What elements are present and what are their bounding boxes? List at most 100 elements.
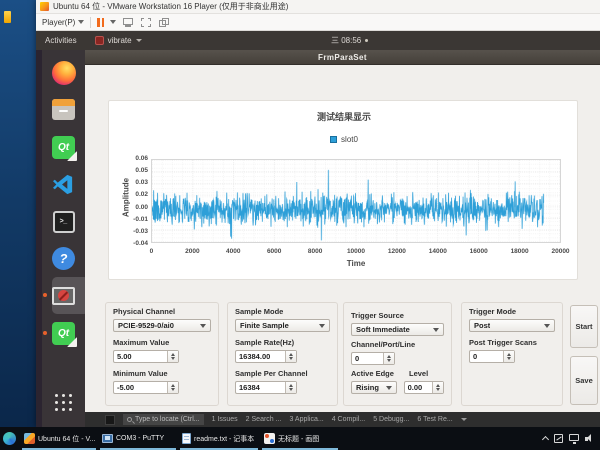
chevron-down-icon: [136, 39, 142, 42]
x-tick-label: 16000: [458, 248, 499, 255]
physical-channel-label: Physical Channel: [113, 307, 211, 317]
post-trigger-scans-spinner[interactable]: 0: [469, 350, 515, 363]
sample-rate-spinner[interactable]: 16384.00: [235, 350, 297, 363]
trigger-source-combo[interactable]: Soft Immediate: [351, 323, 444, 336]
qt-creator-icon: Qt: [52, 136, 75, 159]
post-trigger-scans-label: Post Trigger Scans: [469, 338, 555, 348]
save-button[interactable]: Save: [570, 356, 598, 405]
vmware-app-icon: [40, 2, 49, 11]
vmware-window: Ubuntu 64 位 - VMware Workstation 16 Play…: [36, 0, 600, 427]
group-sample: Sample Mode Finite Sample Sample Rate(Hz…: [227, 302, 338, 406]
minimum-value-spinner[interactable]: -5.00: [113, 381, 179, 394]
ctrl-alt-del-icon[interactable]: [122, 17, 134, 28]
y-tick-label: -0.03: [133, 227, 148, 236]
channel-port-line-label: Channel/Port/Line: [351, 340, 444, 350]
x-tick-label: 18000: [499, 248, 540, 255]
unity-mode-icon[interactable]: [158, 17, 170, 28]
display-icon[interactable]: [569, 434, 579, 441]
locator-field[interactable]: Type to locate (Ctrl...: [123, 414, 204, 425]
panel-test-results[interactable]: 6 Test Re...: [417, 416, 452, 423]
pen-input-icon[interactable]: [554, 434, 563, 443]
focused-app-menu[interactable]: vibrate: [95, 36, 142, 45]
maximum-value-spinner[interactable]: 5.00: [113, 350, 179, 363]
panel-compile-output[interactable]: 4 Compil...: [332, 416, 365, 423]
putty-icon: [102, 434, 113, 443]
taskbar-vmware[interactable]: Ubuntu 64 位 - V...: [20, 427, 98, 450]
dock-screen-recorder[interactable]: [49, 281, 78, 310]
chevron-down-icon: [544, 324, 550, 328]
running-indicator-dot: [43, 293, 47, 297]
taskbar-putty[interactable]: COM3 - PuTTY: [98, 427, 178, 450]
vscode-icon: [52, 173, 75, 196]
active-edge-combo[interactable]: Rising: [351, 381, 397, 394]
dock-app-grid[interactable]: [49, 388, 78, 417]
dock-qt-app[interactable]: Qt: [49, 319, 78, 348]
dock-files[interactable]: [49, 95, 78, 124]
sample-mode-combo[interactable]: Finite Sample: [235, 319, 330, 332]
panel-search[interactable]: 2 Search ...: [246, 416, 282, 423]
notepad-icon: [182, 433, 191, 444]
maximum-value-label: Maximum Value: [113, 338, 211, 348]
dock-vscode[interactable]: [49, 170, 78, 199]
chevron-down-icon: [433, 328, 439, 332]
vmware-window-title: Ubuntu 64 位 - VMware Workstation 16 Play…: [53, 1, 288, 12]
dock-firefox[interactable]: [49, 58, 78, 87]
x-tick-label: 14000: [417, 248, 458, 255]
start-button[interactable]: Start: [570, 305, 598, 348]
panel-issues[interactable]: 1 Issues: [212, 416, 238, 423]
clock-menu[interactable]: 三 08:56: [331, 31, 368, 50]
waveform-plot: [151, 159, 561, 243]
chart-title: 测试结果显示: [109, 110, 579, 123]
y-tick-label: 0.00: [135, 203, 148, 212]
sample-per-channel-spinner[interactable]: 16384: [235, 381, 297, 394]
frmparaset-titlebar[interactable]: FrmParaSet: [85, 50, 600, 65]
system-tray: 英: [543, 427, 600, 450]
trigger-mode-combo[interactable]: Post: [469, 319, 555, 332]
windows-taskbar: Ubuntu 64 位 - V... COM3 - PuTTY readme.t…: [0, 427, 600, 450]
activities-button[interactable]: Activities: [45, 36, 77, 45]
help-icon: ?: [52, 247, 75, 270]
edge-icon[interactable]: [3, 432, 16, 445]
paint-icon: [264, 433, 275, 444]
physical-channel-combo[interactable]: PCIE-9529-0/ai0: [113, 319, 211, 332]
fullscreen-icon[interactable]: [140, 17, 152, 28]
spin-arrows-icon[interactable]: [167, 382, 178, 393]
spin-arrows-icon[interactable]: [167, 351, 178, 362]
chevron-down-icon: [319, 324, 325, 328]
dock-help[interactable]: ?: [49, 244, 78, 273]
spin-arrows-icon[interactable]: [383, 353, 394, 364]
frmparaset-title: FrmParaSet: [318, 53, 367, 62]
qtcreator-mode-icon[interactable]: [105, 415, 115, 425]
x-tick-label: 2000: [172, 248, 213, 255]
taskbar-notepad[interactable]: readme.txt - 记事本: [178, 427, 260, 450]
spin-arrows-icon[interactable]: [432, 382, 443, 393]
trigger-mode-label: Trigger Mode: [469, 307, 555, 317]
group-trigger-mode: Trigger Mode Post Post Trigger Scans 0: [461, 302, 563, 406]
panel-application-output[interactable]: 3 Applica...: [289, 416, 323, 423]
taskbar-paint[interactable]: 无标题 - 画图: [260, 427, 340, 450]
volume-icon[interactable]: [585, 434, 595, 443]
panel-debugger[interactable]: 5 Debugg...: [373, 416, 409, 423]
x-axis-title: Time: [151, 259, 561, 268]
desktop-shortcut-icon[interactable]: [4, 11, 11, 23]
dock-qt-creator[interactable]: Qt: [49, 133, 78, 162]
y-axis-ticks: 0.060.050.030.020.00-0.01-0.03-0.04: [119, 154, 148, 248]
spin-arrows-icon[interactable]: [285, 351, 296, 362]
spin-arrows-icon[interactable]: [503, 351, 514, 362]
suspend-vm-icon[interactable]: [97, 18, 104, 27]
level-spinner[interactable]: 0.00: [404, 381, 444, 394]
dock-terminal[interactable]: >_: [49, 207, 78, 236]
vmware-icon: [24, 433, 35, 444]
frmparaset-window: FrmParaSet 测试结果显示 slot0 Amplitude 0.060.…: [85, 50, 600, 412]
search-icon: [127, 417, 132, 422]
tray-expand-icon[interactable]: [542, 436, 549, 443]
channel-port-line-spinner[interactable]: 0: [351, 352, 395, 365]
chevron-down-icon[interactable]: [461, 418, 467, 421]
chevron-down-icon[interactable]: [110, 20, 116, 24]
player-menu[interactable]: Player(P): [42, 18, 84, 27]
y-tick-label: 0.05: [135, 166, 148, 175]
x-tick-label: 4000: [213, 248, 254, 255]
spin-arrows-icon[interactable]: [285, 382, 296, 393]
minimum-value-label: Minimum Value: [113, 369, 211, 379]
vmware-titlebar[interactable]: Ubuntu 64 位 - VMware Workstation 16 Play…: [36, 0, 600, 14]
